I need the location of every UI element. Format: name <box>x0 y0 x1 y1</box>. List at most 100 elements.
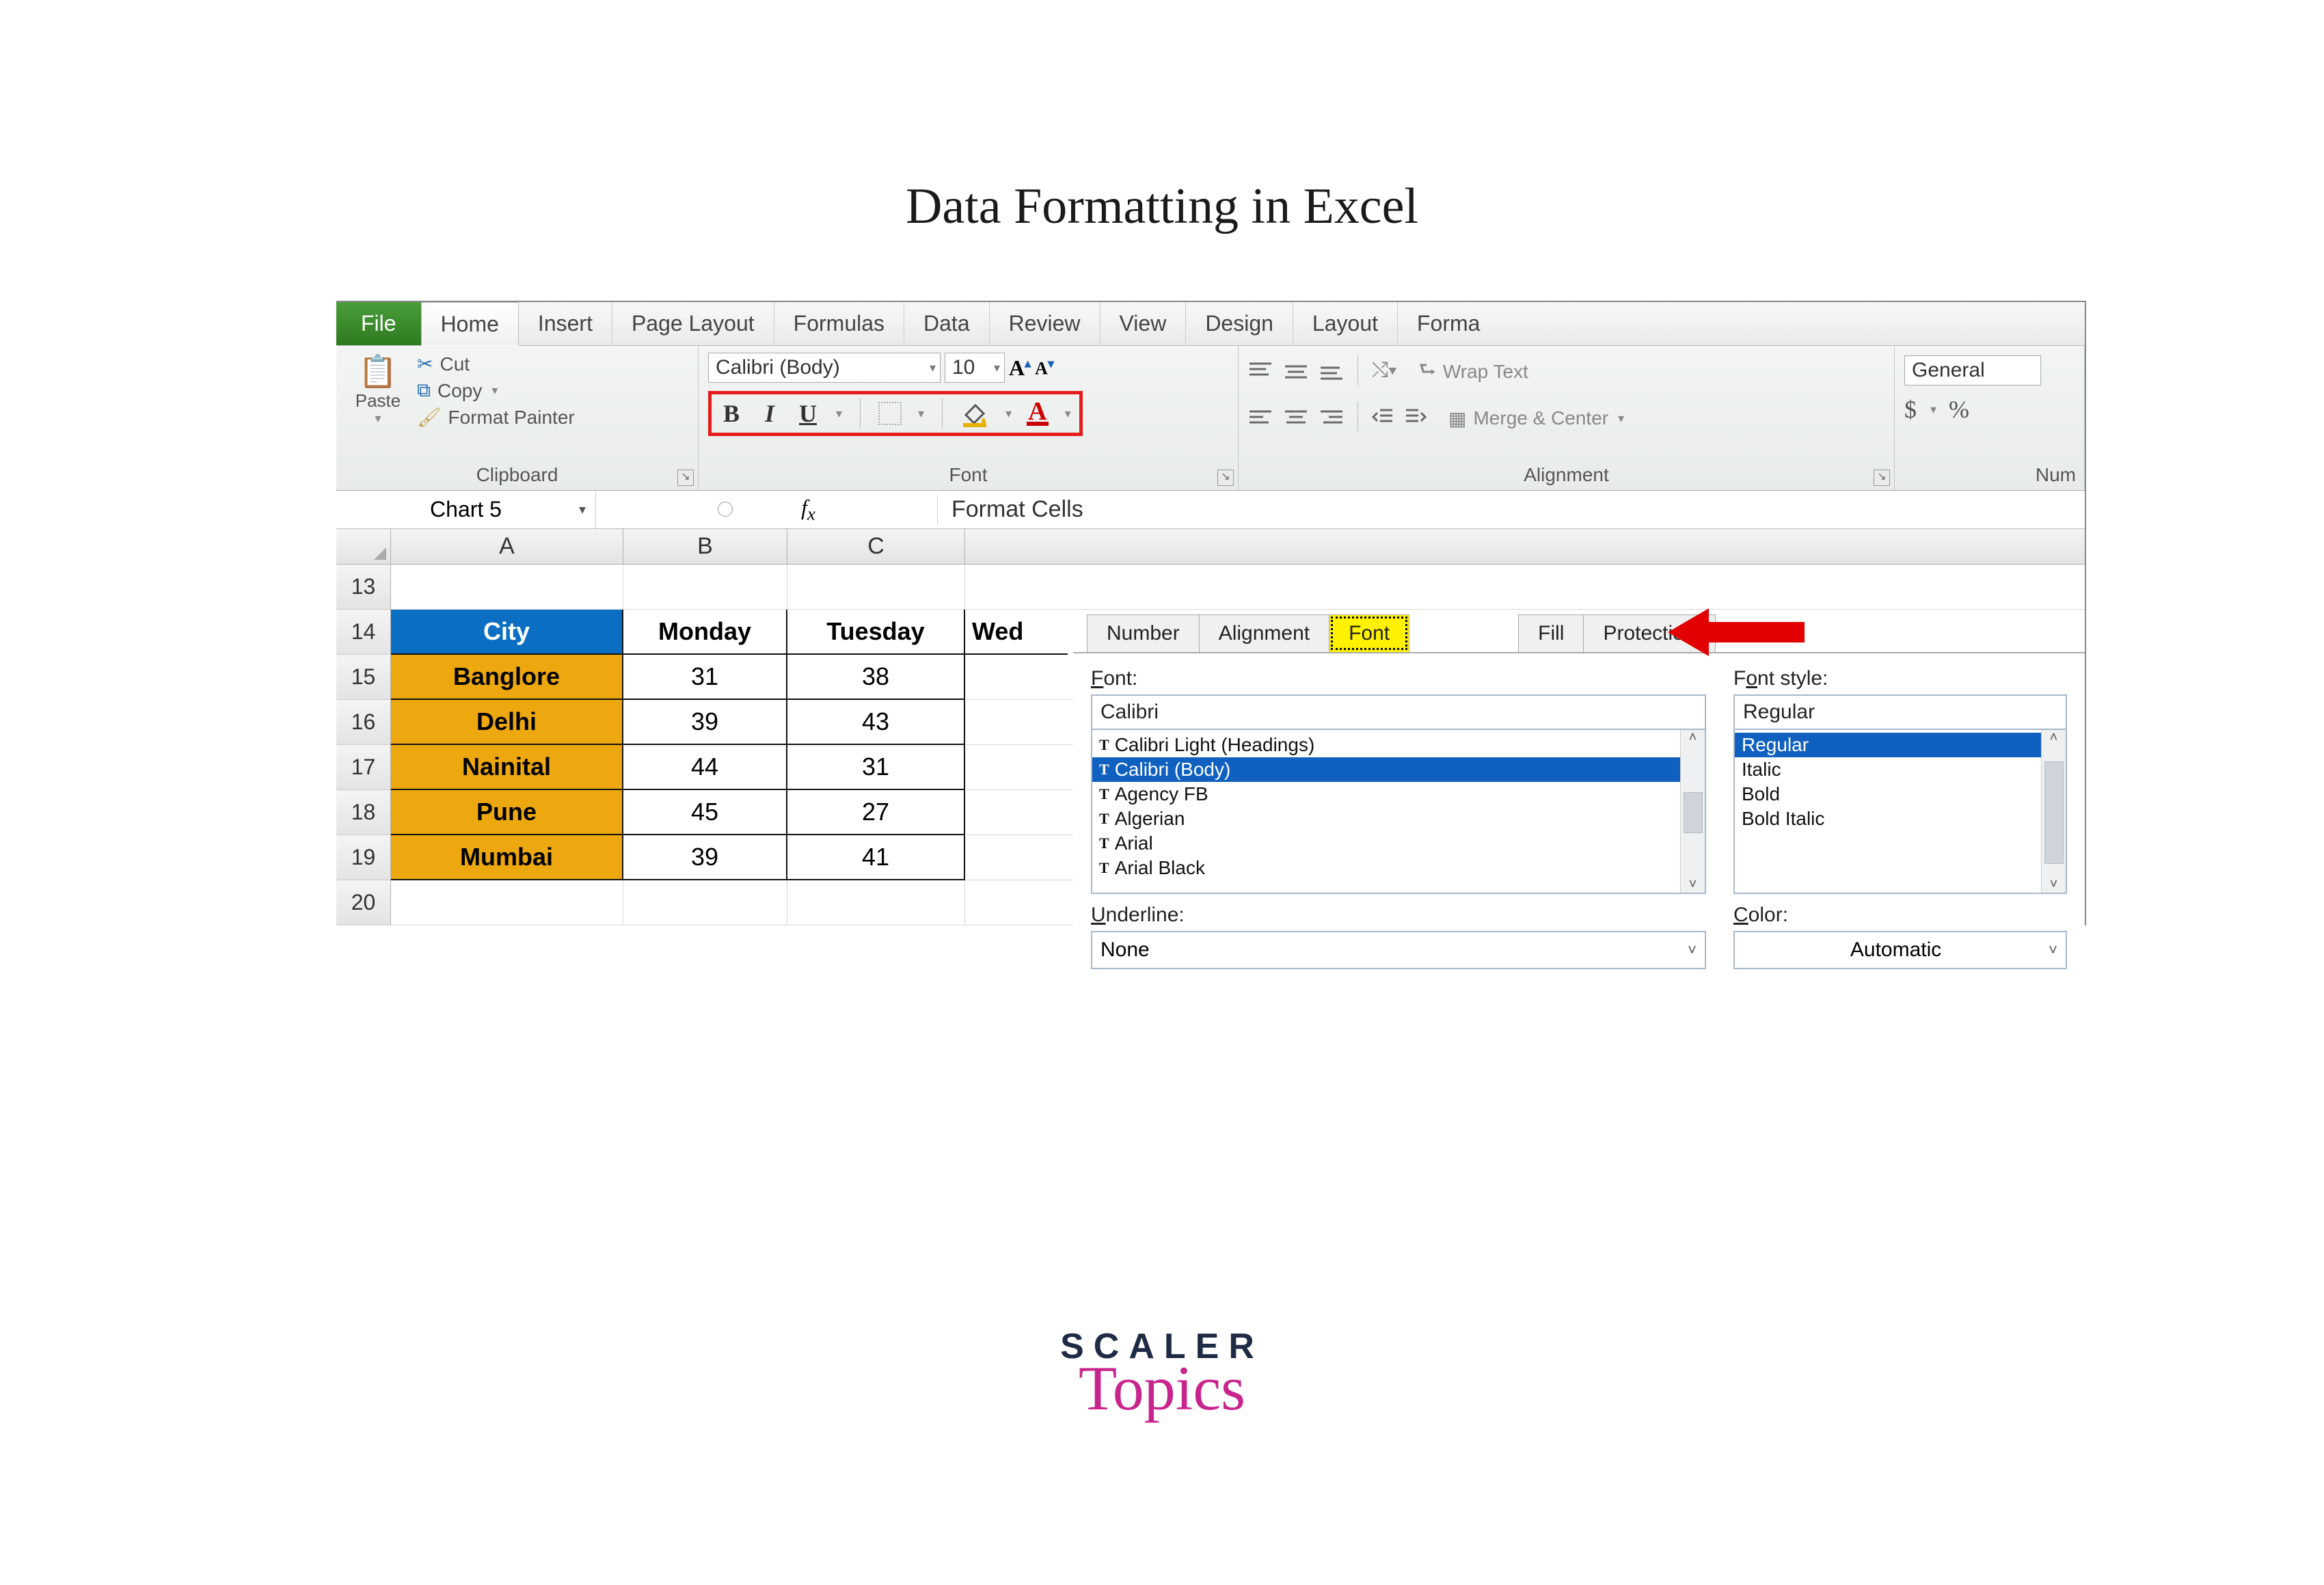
dlg-tab-alignment[interactable]: Alignment <box>1199 614 1329 652</box>
font-name-combo[interactable]: Calibri (Body)▾ <box>708 353 941 383</box>
tab-formulas[interactable]: Formulas <box>774 302 904 345</box>
tab-insert[interactable]: Insert <box>519 302 612 345</box>
font-option-2[interactable]: TAgency FB <box>1092 782 1705 807</box>
font-option-3[interactable]: TAlgerian <box>1092 807 1705 831</box>
cell-c18[interactable]: 27 <box>787 790 965 835</box>
percent-format-button[interactable]: % <box>1949 395 1969 424</box>
grow-font-button[interactable]: A▴ <box>1009 355 1031 381</box>
merge-center-button[interactable]: ▦Merge & Center <box>1448 407 1624 430</box>
cell-a18[interactable]: Pune <box>391 790 623 835</box>
alignment-launcher[interactable]: ↘ <box>1874 470 1890 486</box>
accounting-dropdown[interactable]: ▾ <box>1930 403 1936 417</box>
row-header-20[interactable]: 20 <box>336 880 391 925</box>
font-option-5[interactable]: TArial Black <box>1092 856 1705 880</box>
align-middle-icon[interactable] <box>1284 361 1308 380</box>
fill-color-dropdown[interactable]: ▾ <box>1005 407 1012 421</box>
row-header-16[interactable]: 16 <box>336 700 391 745</box>
tab-view[interactable]: View <box>1100 302 1187 345</box>
fill-color-button[interactable] <box>960 400 989 427</box>
row-header-19[interactable]: 19 <box>336 835 391 880</box>
cell-a17[interactable]: Nainital <box>391 745 623 790</box>
increase-indent-icon[interactable] <box>1405 407 1427 426</box>
row-header-13[interactable]: 13 <box>336 565 391 610</box>
row-header-18[interactable]: 18 <box>336 790 391 835</box>
borders-dropdown[interactable]: ▾ <box>918 407 924 421</box>
cell-c14[interactable]: Tuesday <box>787 610 965 655</box>
underline-button[interactable]: U <box>796 399 820 428</box>
cell-c16[interactable]: 43 <box>787 700 965 745</box>
copy-button[interactable]: ⧉Copy <box>417 379 575 402</box>
cell-b14[interactable]: Monday <box>623 610 787 655</box>
row-header-14[interactable]: 14 <box>336 610 391 655</box>
style-option-1[interactable]: Italic <box>1735 757 2066 782</box>
style-option-0[interactable]: Regular <box>1735 733 2066 757</box>
row-header-17[interactable]: 17 <box>336 745 391 790</box>
select-all-corner[interactable] <box>336 529 391 564</box>
name-box[interactable]: Chart 5▾ <box>336 491 596 528</box>
cell-b16[interactable]: 39 <box>623 700 787 745</box>
cell-a19[interactable]: Mumbai <box>391 835 623 880</box>
col-header-b[interactable]: B <box>623 529 787 564</box>
underline-dropdown[interactable]: ▾ <box>836 407 842 421</box>
font-list[interactable]: TCalibri Light (Headings) TCalibri (Body… <box>1091 730 1706 894</box>
align-top-icon[interactable] <box>1248 361 1273 380</box>
col-header-a[interactable]: A <box>391 529 623 564</box>
font-style-input[interactable]: Regular <box>1733 694 2067 730</box>
cell-b19[interactable]: 39 <box>623 835 787 880</box>
underline-select[interactable]: None˅ <box>1091 931 1706 969</box>
font-option-1[interactable]: TCalibri (Body) <box>1092 757 1705 782</box>
cell-a14[interactable]: City <box>391 610 623 655</box>
tab-review[interactable]: Review <box>990 302 1100 345</box>
align-center-icon[interactable] <box>1284 407 1308 426</box>
borders-button[interactable] <box>878 402 902 425</box>
cell-a15[interactable]: Banglore <box>391 655 623 700</box>
cell-b17[interactable]: 44 <box>623 745 787 790</box>
italic-button[interactable]: I <box>758 399 781 428</box>
col-header-c[interactable]: C <box>787 529 965 564</box>
format-painter-button[interactable]: 🖌Format Painter <box>417 406 575 429</box>
tab-layout[interactable]: Layout <box>1293 302 1398 345</box>
cell-d14[interactable]: Wed <box>965 610 1068 655</box>
cell-b15[interactable]: 31 <box>623 655 787 700</box>
cell-c19[interactable]: 41 <box>787 835 965 880</box>
align-right-icon[interactable] <box>1319 407 1344 426</box>
cell-c15[interactable]: 38 <box>787 655 965 700</box>
font-color-dropdown[interactable]: ▾ <box>1065 407 1071 421</box>
font-list-scrollbar[interactable]: ˄˅ <box>1680 730 1705 893</box>
cut-button[interactable]: ✂Cut <box>417 353 575 375</box>
clipboard-launcher[interactable]: ↘ <box>677 470 694 486</box>
tab-format[interactable]: Forma <box>1398 302 1499 345</box>
decrease-indent-icon[interactable] <box>1372 407 1394 426</box>
tab-data[interactable]: Data <box>904 302 990 345</box>
fx-icon[interactable]: fx <box>801 495 815 524</box>
dlg-tab-fill[interactable]: Fill <box>1518 614 1584 652</box>
dlg-tab-number[interactable]: Number <box>1087 614 1200 652</box>
font-style-list[interactable]: Regular Italic Bold Bold Italic ˄˅ <box>1733 730 2067 894</box>
style-option-3[interactable]: Bold Italic <box>1735 807 2066 831</box>
align-bottom-icon[interactable] <box>1319 361 1344 380</box>
tab-page-layout[interactable]: Page Layout <box>612 302 774 345</box>
paste-button[interactable]: 📋 Paste ▾ <box>346 353 410 426</box>
cell-b18[interactable]: 45 <box>623 790 787 835</box>
shrink-font-button[interactable]: A▾ <box>1035 357 1054 379</box>
bold-button[interactable]: B <box>720 399 743 428</box>
cancel-icon[interactable] <box>718 502 733 517</box>
font-launcher[interactable]: ↘ <box>1217 470 1234 486</box>
font-input[interactable]: Calibri <box>1091 694 1706 730</box>
font-size-combo[interactable]: 10▾ <box>945 353 1005 383</box>
color-select[interactable]: Automatic˅ <box>1733 931 2067 969</box>
tab-design[interactable]: Design <box>1186 302 1293 345</box>
align-left-icon[interactable] <box>1248 407 1273 426</box>
cell-a16[interactable]: Delhi <box>391 700 623 745</box>
font-option-0[interactable]: TCalibri Light (Headings) <box>1092 733 1705 757</box>
tab-file[interactable]: File <box>336 302 421 345</box>
wrap-text-button[interactable]: ⮑Wrap Text <box>1419 355 1528 388</box>
font-option-4[interactable]: TArial <box>1092 831 1705 856</box>
cell-c17[interactable]: 31 <box>787 745 965 790</box>
font-color-button[interactable]: A <box>1027 401 1048 426</box>
style-option-2[interactable]: Bold <box>1735 782 2066 807</box>
orientation-button[interactable]: ⤭▾ <box>1372 359 1397 382</box>
number-format-combo[interactable]: General <box>1904 355 2041 385</box>
style-list-scrollbar[interactable]: ˄˅ <box>2041 730 2066 893</box>
dlg-tab-font[interactable]: Font <box>1329 614 1409 652</box>
